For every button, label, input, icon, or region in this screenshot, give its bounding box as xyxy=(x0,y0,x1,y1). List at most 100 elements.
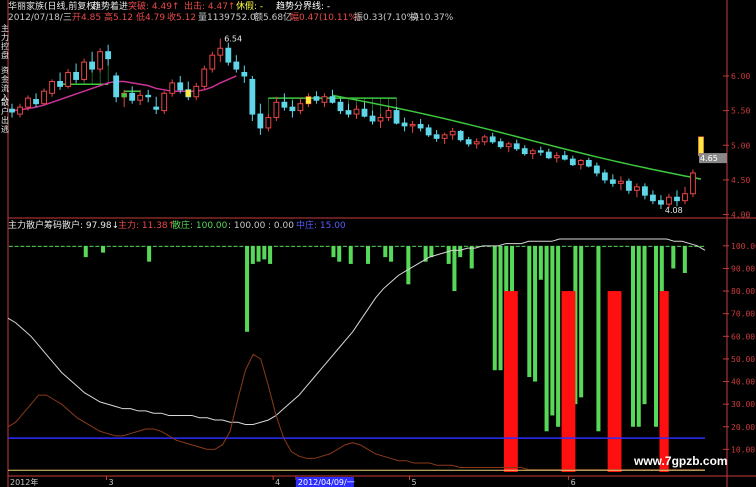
retail-bar-25 xyxy=(152,245,157,247)
retail-bar-34 xyxy=(204,245,209,247)
candle-body-68 xyxy=(553,155,560,159)
scatter-value: 散庄: 100.00 xyxy=(172,221,228,231)
retail-bar-118 xyxy=(688,245,693,247)
candle-body-36 xyxy=(297,103,304,112)
candle-body-79 xyxy=(642,186,648,196)
candle-body-49 xyxy=(401,122,408,127)
retail-bar-32 xyxy=(193,245,198,247)
candle-body-17 xyxy=(145,94,152,98)
retail-bar-8 xyxy=(54,245,59,247)
highlight-candle-3 xyxy=(698,136,704,156)
price-tick-label-0: 6.00 xyxy=(731,72,750,81)
candle-body-50 xyxy=(409,123,416,127)
candle-body-31 xyxy=(257,113,264,129)
retail-bar-90 xyxy=(527,245,532,378)
candle-body-26 xyxy=(217,47,224,56)
value-f: : 0.00 xyxy=(268,221,294,231)
retail-bar-100 xyxy=(584,245,589,247)
retail-bar-1 xyxy=(14,245,19,247)
candle-body-57 xyxy=(465,139,472,145)
main-force-bar-0 xyxy=(503,291,518,472)
retail-bar-2 xyxy=(20,245,25,247)
retail-bar-41 xyxy=(245,245,250,332)
candle-body-78 xyxy=(633,186,640,191)
price-tick-label-2: 5.00 xyxy=(731,141,750,150)
candle-body-30 xyxy=(249,78,256,115)
retail-bar-15 xyxy=(95,245,100,247)
retail-bar-18 xyxy=(112,245,117,247)
stock-chart-window: 6.00 5.50 5.00 4.50 4.00 100.00 90.00 80.00 70.0… xyxy=(0,0,756,487)
candle-body-70 xyxy=(569,158,576,166)
main-force-bar-3 xyxy=(659,291,669,472)
retail-bar-19 xyxy=(118,245,123,247)
candle-body-83 xyxy=(674,196,680,202)
retail-bar-45 xyxy=(268,245,273,264)
retail-bar-28 xyxy=(170,245,175,247)
retail-bar-31 xyxy=(187,245,192,247)
retail-bar-65 xyxy=(383,245,388,258)
trend-line xyxy=(332,94,702,180)
candle-body-29 xyxy=(241,72,248,77)
attack-value: 出击: 4.47↑ xyxy=(184,2,236,12)
retail-bar-93 xyxy=(544,245,549,432)
candle-body-32 xyxy=(265,117,272,129)
low-value: 低4.79 xyxy=(136,13,166,23)
value-e: : 100.00 xyxy=(228,221,266,231)
candle-body-10 xyxy=(89,61,96,70)
candle-body-80 xyxy=(650,194,656,202)
retail-bar-14 xyxy=(89,245,94,247)
retail-bar-49 xyxy=(291,245,296,247)
ind-tick-label-5: 50.00 xyxy=(731,355,755,364)
retail-bar-9 xyxy=(60,245,65,247)
retail-bar-27 xyxy=(164,245,169,247)
retail-bar-105 xyxy=(613,245,618,247)
retail-bar-101 xyxy=(590,245,595,247)
retail-bar-115 xyxy=(671,245,676,269)
candle-body-62 xyxy=(505,143,512,148)
retail-bar-103 xyxy=(602,245,607,247)
price-tick-label-3: 4.50 xyxy=(731,176,750,185)
retail-bar-4 xyxy=(31,245,36,247)
candle-body-58 xyxy=(473,141,480,145)
retail-bar-21 xyxy=(129,245,134,247)
retail-bar-68 xyxy=(400,245,405,247)
retail-bar-3 xyxy=(26,245,31,247)
candle-body-60 xyxy=(489,136,496,143)
candle-body-42 xyxy=(345,110,352,115)
main-force-bar-2 xyxy=(607,291,622,472)
retail-bar-12 xyxy=(77,245,83,247)
retail-bar-38 xyxy=(227,245,232,247)
retail-bar-0 xyxy=(8,245,13,247)
breakout-value: 突破: 4.49↑ xyxy=(128,2,180,12)
retail-bar-71 xyxy=(417,245,422,247)
chart-canvas[interactable]: 6.00 5.50 5.00 4.50 4.00 100.00 90.00 80.00 70.0… xyxy=(0,0,756,487)
candle-body-85 xyxy=(690,172,696,195)
candle-body-64 xyxy=(521,148,528,155)
retail-bar-44 xyxy=(262,245,267,260)
ind-tick-label-1: 90.00 xyxy=(731,264,755,273)
retail-bar-29 xyxy=(175,245,180,247)
retail-bar-78 xyxy=(458,245,463,258)
candle-body-48 xyxy=(393,110,400,124)
retail-bar-43 xyxy=(256,245,261,262)
retail-bar-6 xyxy=(43,245,48,247)
retail-bar-54 xyxy=(319,245,324,247)
retail-bar-76 xyxy=(446,245,451,264)
retail-bar-80 xyxy=(469,245,474,269)
ind-tick-label-2: 80.00 xyxy=(731,287,755,296)
candle-body-2 xyxy=(25,97,31,108)
retail-bar-69 xyxy=(406,245,411,285)
main-force-bar-1 xyxy=(561,291,576,472)
turnover-value: 换10.37% xyxy=(410,13,454,23)
candle-body-54 xyxy=(441,134,448,139)
candle-body-27 xyxy=(225,47,232,63)
retail-bar-112 xyxy=(654,245,659,427)
candle-body-82 xyxy=(666,196,672,205)
ind-tick-label-0: 100.00 xyxy=(731,242,756,251)
retail-bar-92 xyxy=(538,245,543,280)
x-tick-label-0: 2012年 xyxy=(10,477,38,487)
candle-body-0 xyxy=(9,108,15,113)
ind-tick-label-8: 20.00 xyxy=(731,423,755,432)
retail-bar-75 xyxy=(440,245,445,247)
retail-bar-35 xyxy=(210,245,215,247)
